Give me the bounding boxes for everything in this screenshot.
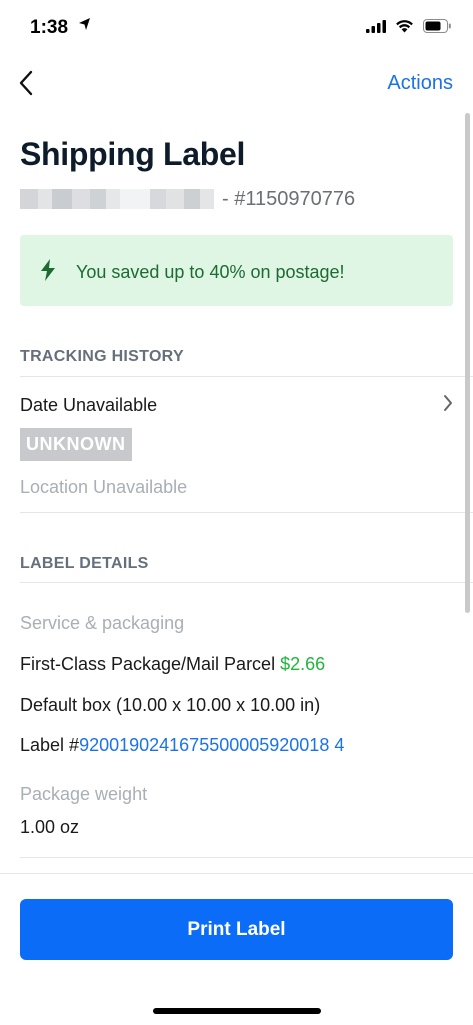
savings-banner: You saved up to 40% on postage! <box>20 235 453 306</box>
package-weight-value: 1.00 oz <box>20 817 80 837</box>
scrollbar[interactable] <box>465 113 470 613</box>
box-dimensions: Default box (10.00 x 10.00 x 10.00 in) <box>20 695 321 715</box>
label-number-prefix: Label # <box>20 735 80 755</box>
print-label-button[interactable]: Print Label <box>20 899 453 960</box>
status-bar: 1:38 <box>0 0 473 60</box>
status-time: 1:38 <box>30 17 69 38</box>
label-number-row: Label #9200190241675500005920018 4 <box>20 735 344 756</box>
home-indicator[interactable] <box>153 1008 321 1014</box>
service-row: First-Class Package/Mail Parcel $2.66 <box>20 654 325 675</box>
wifi-icon <box>396 20 413 33</box>
order-subtitle: - #1150970776 <box>20 186 355 212</box>
tracking-location: Location Unavailable <box>20 477 188 497</box>
status-icons <box>366 19 451 33</box>
status-badge: UNKNOWN <box>20 428 132 461</box>
page-title: Shipping Label <box>20 136 246 172</box>
actions-button[interactable]: Actions <box>387 72 453 95</box>
chevron-right-icon[interactable] <box>443 394 453 412</box>
label-details-heading: LABEL DETAILS <box>20 555 149 572</box>
savings-text: You saved up to 40% on postage! <box>76 262 345 282</box>
service-packaging-heading: Service & packaging <box>20 613 185 633</box>
divider <box>20 376 473 377</box>
divider <box>20 512 473 513</box>
tracking-date: Date Unavailable <box>20 395 158 415</box>
battery-icon <box>423 19 451 33</box>
service-price: $2.66 <box>280 654 326 674</box>
order-number: - #1150970776 <box>222 187 356 210</box>
cellular-signal-icon <box>366 19 386 33</box>
back-button[interactable] <box>12 66 40 100</box>
redacted-customer-name <box>20 189 214 209</box>
service-name: First-Class Package/Mail Parcel <box>20 654 276 674</box>
tracking-number-link[interactable]: 9200190241675500005920018 4 <box>79 735 344 755</box>
back-chevron-icon <box>19 70 33 96</box>
location-arrow-icon <box>79 18 90 30</box>
tracking-history-heading: TRACKING HISTORY <box>20 348 184 365</box>
package-weight-heading: Package weight <box>20 784 148 804</box>
navigation-bar: Actions <box>0 60 473 110</box>
divider <box>20 857 473 858</box>
lightning-bolt-icon <box>41 259 55 281</box>
divider <box>20 582 473 583</box>
